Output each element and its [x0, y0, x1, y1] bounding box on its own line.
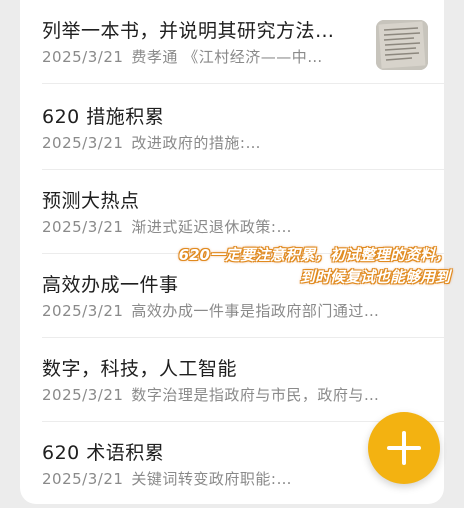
note-title: 620 术语积累	[42, 442, 165, 464]
add-note-button[interactable]	[368, 412, 440, 484]
note-thumbnail-image	[376, 20, 428, 70]
note-date: 2025/3/21	[42, 134, 124, 152]
note-meta: 2025/3/21 渐进式延迟退休政策:…	[42, 216, 292, 237]
note-item[interactable]: 数字，科技，人工智能 2025/3/21 数字治理是指政府与市民，政府与…	[20, 338, 444, 422]
note-date: 2025/3/21	[42, 386, 124, 404]
note-title: 620 措施积累	[42, 106, 165, 128]
note-preview: 关键词转变政府职能:…	[131, 470, 292, 488]
note-title: 数字，科技，人工智能	[42, 358, 238, 380]
note-date: 2025/3/21	[42, 470, 124, 488]
note-preview: 改进政府的措施:…	[131, 134, 261, 152]
note-item[interactable]: 列举一本书，并说明其研究方法… 2025/3/21 费孝通 《江村经济——中…	[20, 0, 444, 84]
note-meta: 2025/3/21 高效办成一件事是指政府部门通过…	[42, 300, 379, 321]
note-preview: 数字治理是指政府与市民，政府与…	[131, 386, 380, 404]
divider	[42, 83, 444, 84]
annotation-line: 620一定要注意积累，初试整理的资料，	[178, 246, 450, 264]
plus-icon	[402, 431, 406, 465]
note-meta: 2025/3/21 改进政府的措施:…	[42, 132, 261, 153]
note-meta: 2025/3/21 数字治理是指政府与市民，政府与…	[42, 384, 379, 405]
note-preview: 高效办成一件事是指政府部门通过…	[131, 302, 380, 320]
note-date: 2025/3/21	[42, 302, 124, 320]
note-meta: 2025/3/21 关键词转变政府职能:…	[42, 468, 292, 489]
note-preview: 渐进式延迟退休政策:…	[131, 218, 292, 236]
note-title: 列举一本书，并说明其研究方法…	[42, 20, 335, 42]
annotation-overlay: 620一定要注意积累，初试整理的资料， 到时候复试也能够用到	[150, 244, 450, 288]
note-date: 2025/3/21	[42, 48, 124, 66]
note-item[interactable]: 预测大热点 2025/3/21 渐进式延迟退休政策:…	[20, 170, 444, 254]
note-meta: 2025/3/21 费孝通 《江村经济——中…	[42, 46, 323, 67]
annotation-line: 到时候复试也能够用到	[299, 268, 450, 286]
note-date: 2025/3/21	[42, 218, 124, 236]
note-title: 预测大热点	[42, 190, 140, 212]
note-preview: 费孝通 《江村经济——中…	[131, 48, 323, 66]
note-item[interactable]: 620 措施积累 2025/3/21 改进政府的措施:…	[20, 86, 444, 170]
